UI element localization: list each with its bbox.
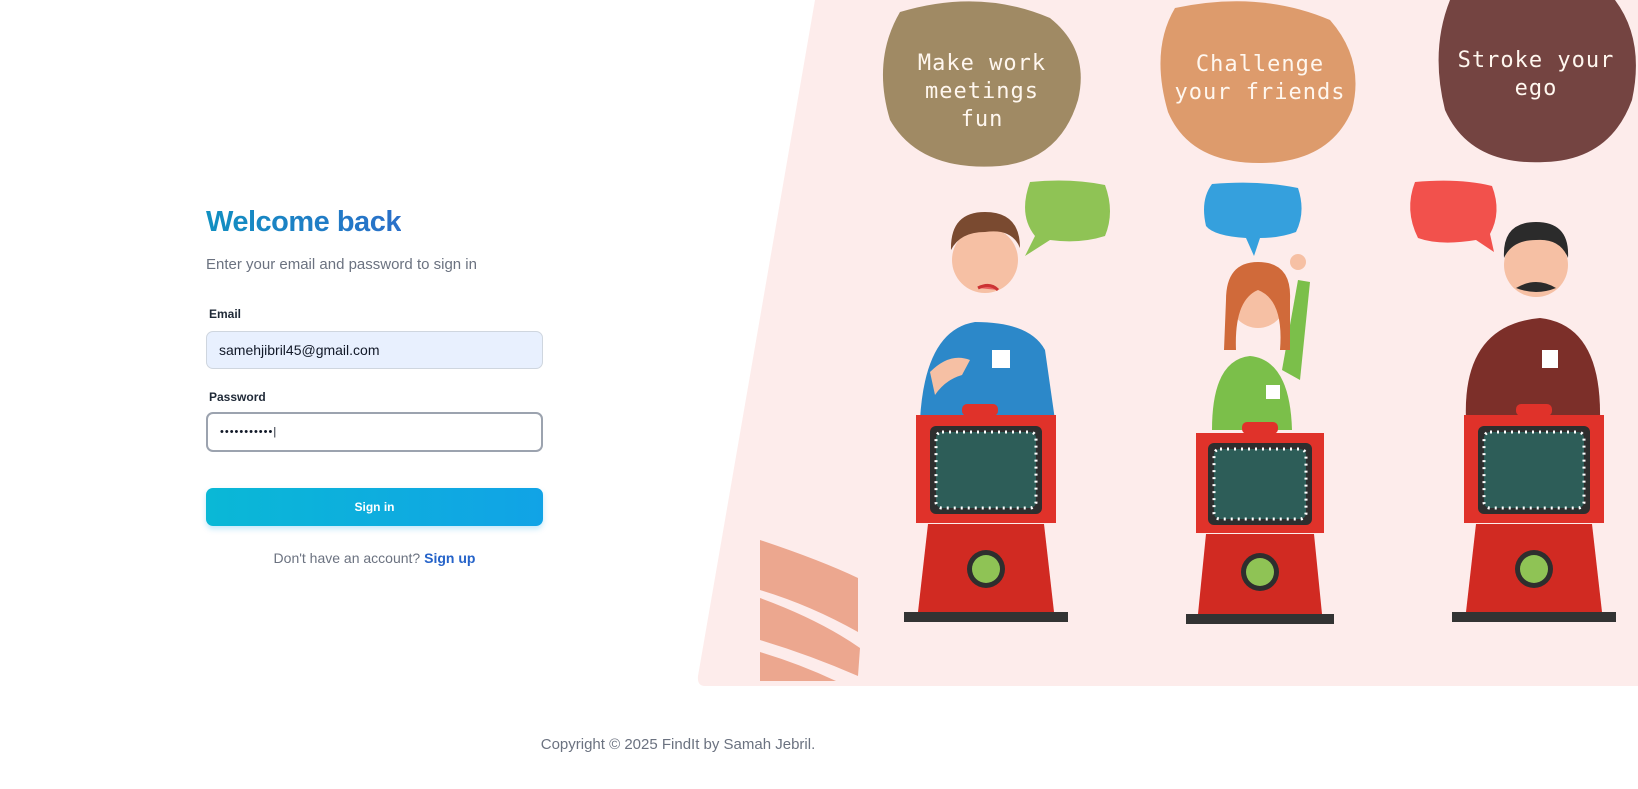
bubble-challenge-friends: Challenge your friends <box>1160 1 1356 164</box>
email-label: Email <box>209 307 242 321</box>
signup-prompt: Don't have an account? Sign up <box>206 550 543 566</box>
podium-left <box>904 404 1068 622</box>
bubble-stroke-ego: Stroke your ego <box>1438 0 1636 163</box>
no-account-text: Don't have an account? <box>273 550 421 566</box>
podium-middle <box>1186 422 1334 624</box>
email-field[interactable] <box>206 331 543 369</box>
page-title: Welcome back <box>206 206 401 238</box>
bubble-right-line-1: Stroke your <box>1458 48 1615 73</box>
podium-right <box>1452 404 1616 622</box>
password-field[interactable] <box>206 412 543 452</box>
bubble-left-line-3: fun <box>961 107 1004 132</box>
bubble-left-line-2: meetings <box>925 79 1039 104</box>
bubble-middle-line-1: Challenge <box>1196 52 1324 77</box>
bubble-make-work-meetings: Make work meetings fun <box>882 1 1081 167</box>
page-subtitle: Enter your email and password to sign in <box>206 256 477 273</box>
bubble-middle-line-2: your friends <box>1175 80 1346 105</box>
sign-in-button[interactable]: Sign in <box>206 488 543 526</box>
bubble-right-line-2: ego <box>1515 76 1558 101</box>
password-label: Password <box>209 390 266 404</box>
bubble-left-line-1: Make work <box>918 51 1046 76</box>
footer-copyright: Copyright © 2025 FindIt by Samah Jebril. <box>540 736 816 753</box>
sign-up-link[interactable]: Sign up <box>424 550 475 566</box>
